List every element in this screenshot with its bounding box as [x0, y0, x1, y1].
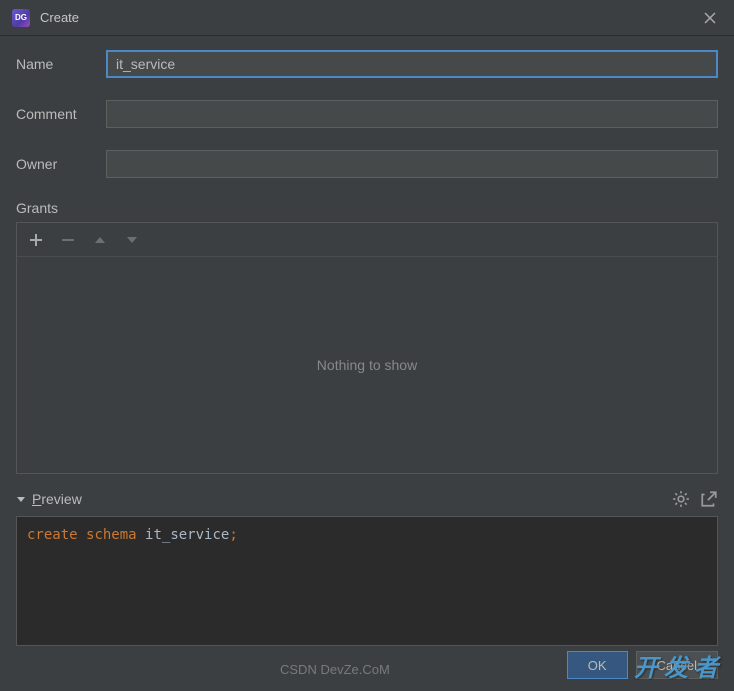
window-title: Create — [40, 10, 79, 25]
preview-header: Preview — [16, 490, 718, 508]
close-icon — [704, 12, 716, 24]
title-bar-left: DG Create — [12, 9, 79, 27]
sql-keyword: create — [27, 527, 78, 543]
comment-label: Comment — [16, 106, 106, 122]
title-bar: DG Create — [0, 0, 734, 36]
ok-button[interactable]: OK — [567, 651, 628, 679]
gear-icon — [672, 490, 690, 508]
move-down-button — [123, 231, 141, 249]
close-button[interactable] — [698, 6, 722, 30]
remove-grant-button — [59, 231, 77, 249]
settings-button[interactable] — [672, 490, 690, 508]
grants-panel: Nothing to show — [16, 222, 718, 474]
app-icon: DG — [12, 9, 30, 27]
move-up-button — [91, 231, 109, 249]
dialog-content: Name Comment Owner Grants Nothing to sho… — [0, 36, 734, 646]
sql-identifier: it_service — [145, 527, 229, 543]
external-icon — [700, 490, 718, 508]
cancel-button[interactable]: Cancel — [636, 651, 718, 679]
owner-row: Owner — [16, 150, 718, 178]
add-grant-button[interactable] — [27, 231, 45, 249]
dialog-footer: OK Cancel — [567, 651, 718, 679]
open-external-button[interactable] — [700, 490, 718, 508]
name-input[interactable] — [106, 50, 718, 78]
sql-keyword: schema — [86, 527, 137, 543]
owner-input[interactable] — [106, 150, 718, 178]
owner-label: Owner — [16, 156, 106, 172]
preview-actions — [672, 490, 718, 508]
collapse-icon — [16, 494, 26, 504]
comment-row: Comment — [16, 100, 718, 128]
minus-icon — [61, 233, 75, 247]
up-icon — [93, 233, 107, 247]
watermark-csdn: CSDN DevZe.CoM — [280, 662, 390, 677]
grants-toolbar — [17, 223, 717, 257]
preview-label: Preview — [32, 491, 82, 507]
comment-input[interactable] — [106, 100, 718, 128]
name-label: Name — [16, 56, 106, 72]
grants-label: Grants — [16, 200, 718, 216]
preview-panel: create schema it_service; — [16, 516, 718, 646]
plus-icon — [29, 233, 43, 247]
preview-toggle[interactable]: Preview — [16, 491, 82, 507]
grants-empty-text: Nothing to show — [17, 257, 717, 473]
name-row: Name — [16, 50, 718, 78]
sql-semicolon: ; — [229, 527, 237, 543]
down-icon — [125, 233, 139, 247]
